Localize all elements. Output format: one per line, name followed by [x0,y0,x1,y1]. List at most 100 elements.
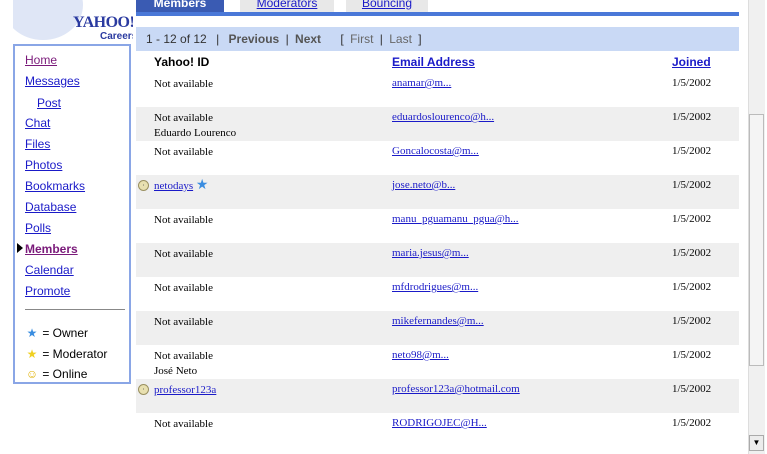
legend-online: ☺ = Online [25,367,88,381]
member-email-link[interactable]: mikefernandes@m... [392,315,484,327]
member-id: Not available José Neto [154,349,213,379]
member-joined: 1/5/2002 [672,179,712,191]
nav-database[interactable]: Database [25,200,76,214]
header-joined-sort[interactable]: Joined [672,55,711,69]
tab-underline [136,12,739,16]
nav-promote[interactable]: Promote [25,284,70,298]
header-email-sort[interactable]: Email Address [392,55,475,69]
table-row: Not available manu_pguamanu_pgua@h... 1/… [136,209,739,243]
last-link[interactable]: Last [389,27,412,51]
pager-separator: | [379,32,383,46]
nav-photos[interactable]: Photos [25,158,62,172]
member-id: Not available [154,315,213,330]
tab-moderators[interactable]: Moderators [240,0,334,12]
member-id-text: Not available [154,418,213,430]
member-email-link[interactable]: anamar@m... [392,77,451,89]
nav-calendar[interactable]: Calendar [25,263,74,277]
member-id-text: Not available [154,78,213,90]
member-email-link[interactable]: Goncalocosta@m... [392,145,479,157]
member-joined: 1/5/2002 [672,383,712,395]
member-id: professor123a [154,383,216,398]
member-joined: 1/5/2002 [672,111,712,123]
pager-bracket: ] [418,32,422,46]
member-id: netodays ★ [154,179,208,194]
nav-members[interactable]: Members [25,242,78,256]
nav-post[interactable]: Post [37,96,61,110]
nav-polls[interactable]: Polls [25,221,51,235]
member-email-link[interactable]: RODRIGOJEC@H... [392,417,487,429]
nav-bookmarks[interactable]: Bookmarks [25,179,85,193]
member-joined: 1/5/2002 [672,349,712,361]
legend-moderator-label: = Moderator [42,347,108,361]
table-row: Not available mfdrodrigues@m... 1/5/2002 [136,277,739,311]
legend-owner-label: = Owner [42,326,89,340]
member-id-text: Not available [154,112,213,124]
nav-divider [25,309,125,310]
offline-face-icon: · [138,180,149,191]
member-joined: 1/5/2002 [672,247,712,259]
table-row: Not available Eduardo Lourenco eduardosl… [136,107,739,141]
member-profile-link[interactable]: netodays [154,180,193,192]
member-email-link[interactable]: jose.neto@b... [392,179,455,191]
offline-face-icon: · [138,384,149,395]
member-joined: 1/5/2002 [672,77,712,89]
nav-home[interactable]: Home [25,53,57,67]
member-joined: 1/5/2002 [672,281,712,293]
nav-chat[interactable]: Chat [25,116,50,130]
member-email-link[interactable]: maria.jesus@m... [392,247,469,259]
member-id: Not available Eduardo Lourenco [154,111,236,141]
pager-separator: | [216,32,220,46]
legend-online-label: = Online [42,367,88,381]
member-id-text: Not available [154,350,213,362]
legend-moderator: ★ = Moderator [25,347,108,361]
member-email-link[interactable]: eduardoslourenco@h... [392,111,494,123]
member-email-link[interactable]: manu_pguamanu_pgua@h... [392,213,519,225]
table-row: Not available mikefernandes@m... 1/5/200… [136,311,739,345]
member-id: Not available [154,213,213,228]
member-id: Not available [154,417,213,432]
member-id-text: Not available [154,248,213,260]
member-email-link[interactable]: neto98@m... [392,349,449,361]
member-id-text: Not available [154,282,213,294]
current-page-arrow-icon [17,243,23,253]
table-row: Not available RODRIGOJEC@H... 1/5/2002 [136,413,739,447]
group-nav-panel: Home Messages Post Chat Files Photos Boo… [13,44,131,384]
nav-messages[interactable]: Messages [25,74,80,88]
owner-star-icon: ★ [26,326,38,340]
header-yahoo-id: Yahoo! ID [154,55,210,69]
online-smiley-icon: ☺ [25,367,39,381]
member-joined: 1/5/2002 [672,213,712,225]
member-id-text: Not available [154,146,213,158]
member-profile-link[interactable]: professor123a [154,384,216,396]
member-id-text: Not available [154,316,213,328]
member-joined: 1/5/2002 [672,417,712,429]
member-email-link[interactable]: professor123a@hotmail.com [392,383,520,395]
scroll-down-arrow-icon[interactable]: ▼ [749,435,764,451]
scrollbar-thumb[interactable] [749,114,764,366]
member-id: Not available [154,145,213,160]
table-row: Not available José Neto neto98@m... 1/5/… [136,345,739,379]
member-joined: 1/5/2002 [672,315,712,327]
first-link[interactable]: First [350,27,373,51]
yahoo-groups-logo: YAHOO! Careers [13,0,133,44]
member-joined: 1/5/2002 [672,145,712,157]
pagination-bar: 1 - 12 of 12 | Previous | Next [ First |… [136,27,739,51]
table-row: · professor123a professor123a@hotmail.co… [136,379,739,413]
table-row: Not available maria.jesus@m... 1/5/2002 [136,243,739,277]
logo-brand: YAHOO! [73,14,133,31]
result-range: 1 - 12 of 12 [146,32,207,46]
previous-link[interactable]: Previous [229,27,280,51]
tab-bouncing[interactable]: Bouncing [346,0,428,12]
pager-separator: | [285,32,289,46]
table-row: Not available Goncalocosta@m... 1/5/2002 [136,141,739,175]
next-link[interactable]: Next [295,27,321,51]
nav-files[interactable]: Files [25,137,50,151]
pager-bracket: [ [340,32,344,46]
member-email-link[interactable]: mfdrodrigues@m... [392,281,478,293]
member-id: Not available [154,247,213,262]
tab-members[interactable]: Members [136,0,224,12]
table-row: Not available anamar@m... 1/5/2002 [136,73,739,107]
table-row: · netodays ★ jose.neto@b... 1/5/2002 [136,175,739,209]
members-table-header: Yahoo! ID Email Address Joined [136,51,739,73]
member-id: Not available [154,77,213,92]
